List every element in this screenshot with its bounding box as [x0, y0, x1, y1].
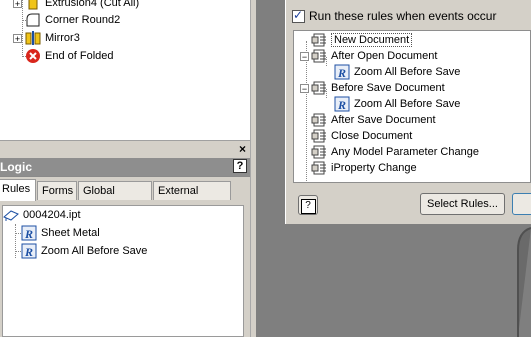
event-label: New Document — [331, 33, 413, 47]
svg-text:R: R — [337, 66, 346, 80]
event-label: Zoom All Before Save — [354, 66, 461, 78]
tab-label: Rules — [2, 183, 31, 195]
logic-tabbar: Rules Forms Global Forms External Rules — [0, 177, 250, 215]
event-icon — [311, 32, 327, 48]
run-rules-checkbox-row[interactable]: Run these rules when events occur — [292, 8, 497, 23]
event-item[interactable]: Any Model Parameter Change — [300, 144, 479, 160]
event-item[interactable]: After Save Document — [300, 112, 436, 128]
event-item[interactable]: − After Open Document — [300, 48, 437, 64]
extrusion-icon — [25, 0, 41, 11]
event-item[interactable]: Close Document — [300, 128, 412, 144]
rule-label: Zoom All Before Save — [41, 245, 148, 257]
events-tree: New Document − After Open Document R Zoom Al… — [293, 30, 531, 183]
logic-rules-tree: 0004204.ipt R Sheet Metal R Zoom All Bef… — [2, 205, 244, 337]
rule-label: Sheet Metal — [41, 227, 100, 239]
logic-root-document[interactable]: 0004204.ipt — [3, 206, 81, 224]
help-icon[interactable]: ? — [233, 159, 247, 173]
tree-item-label: End of Folded — [45, 50, 114, 62]
mirror-icon — [25, 30, 41, 46]
event-label: Any Model Parameter Change — [331, 146, 479, 158]
event-item[interactable]: − Before Save Document — [300, 80, 445, 96]
event-label: iProperty Change — [331, 162, 417, 174]
event-label: After Open Document — [331, 50, 438, 62]
select-rules-button[interactable]: Select Rules... — [420, 193, 505, 215]
run-rules-checkbox[interactable] — [292, 8, 305, 23]
expand-toggle[interactable]: + — [13, 0, 22, 8]
logic-rule-sheet-metal[interactable]: R Sheet Metal — [21, 224, 100, 242]
run-rules-label: Run these rules when events occur — [309, 9, 497, 23]
svg-text:R: R — [337, 98, 346, 112]
event-item[interactable]: New Document — [300, 32, 413, 48]
dialog-next-button[interactable] — [512, 193, 531, 215]
tree-item-mirror3[interactable]: + Mirror3 — [13, 29, 80, 47]
logic-root-label: 0004204.ipt — [23, 209, 81, 221]
rule-icon: R — [21, 225, 37, 241]
rule-icon: R — [334, 96, 350, 112]
part-document-icon — [3, 207, 19, 223]
tab-rules[interactable]: Rules — [0, 179, 36, 201]
event-icon — [311, 80, 327, 96]
close-icon[interactable]: × — [239, 142, 246, 156]
rule-icon: R — [21, 243, 37, 259]
select-rules-label: Select Rules... — [427, 198, 498, 210]
tree-item-label: Mirror3 — [45, 32, 80, 44]
end-of-folded-icon — [25, 48, 41, 64]
help-icon: ? — [300, 199, 316, 214]
tree-guide-line — [15, 224, 16, 258]
tree-item-corner-round2[interactable]: Corner Round2 — [13, 11, 120, 29]
logic-rule-zoom-all[interactable]: R Zoom All Before Save — [21, 242, 147, 260]
tab-label: Forms — [42, 185, 74, 197]
tree-item-label: Extrusion4 (Cut All) — [45, 0, 140, 9]
tree-item-end-of-folded[interactable]: End of Folded — [13, 47, 114, 65]
svg-text:R: R — [24, 245, 33, 259]
svg-text:R: R — [24, 227, 33, 241]
tab-global-forms[interactable]: Global Forms — [78, 181, 152, 215]
event-label: Close Document — [331, 130, 413, 142]
tree-item-label: Corner Round2 — [45, 14, 121, 26]
event-item[interactable]: iProperty Change — [300, 160, 417, 176]
panel-splitter[interactable]: × — [0, 140, 250, 159]
event-icon — [311, 128, 327, 144]
tab-forms[interactable]: Forms — [37, 181, 77, 200]
model-browser-tree: + Extrusion4 (Cut All) Corner Round2 + M… — [0, 0, 250, 140]
tab-external-rules[interactable]: External Rules — [153, 181, 231, 215]
rule-icon: R — [334, 64, 350, 80]
event-icon — [311, 112, 327, 128]
event-rule-item[interactable]: R Zoom All Before Save — [334, 64, 460, 80]
event-icon — [311, 160, 327, 176]
event-icon — [311, 144, 327, 160]
logic-panel-title: Logic — [0, 160, 32, 174]
corner-round-icon — [25, 12, 41, 28]
help-button[interactable]: ? — [298, 195, 318, 215]
event-label: Before Save Document — [331, 82, 445, 94]
collapse-toggle[interactable]: − — [300, 83, 309, 93]
event-icon — [311, 48, 327, 64]
expand-toggle[interactable]: + — [13, 33, 22, 43]
collapse-toggle[interactable]: − — [300, 51, 309, 61]
logic-panel-header: Logic ? — [0, 158, 250, 176]
event-rule-item[interactable]: R Zoom All Before Save — [334, 96, 460, 112]
event-label: After Save Document — [331, 114, 436, 126]
event-label: Zoom All Before Save — [354, 98, 461, 110]
